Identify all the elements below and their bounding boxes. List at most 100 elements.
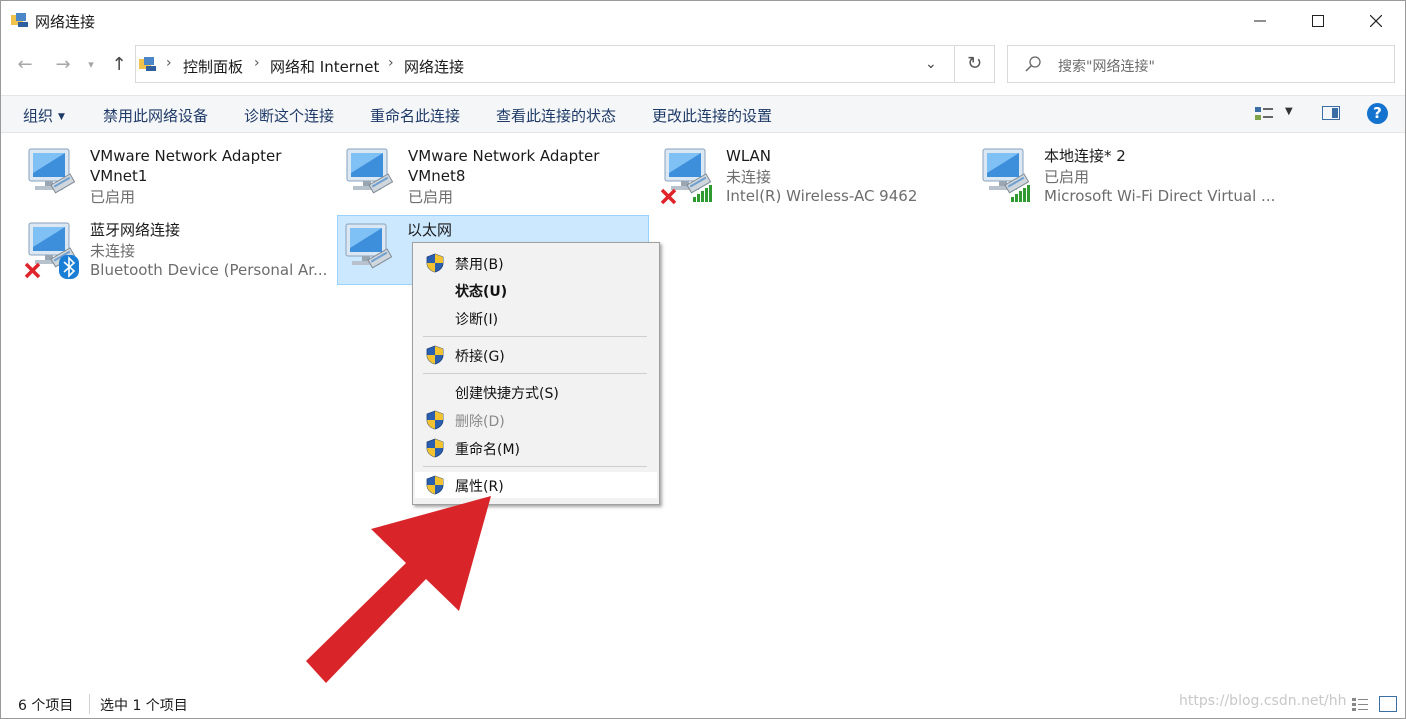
breadcrumb-separator-icon: › (254, 55, 260, 71)
uac-shield-icon (426, 410, 444, 430)
selected-count: 选中 1 个项目 (100, 698, 188, 714)
change-settings-button[interactable]: 更改此连接的设置 (652, 105, 772, 126)
window-title: 网络连接 (35, 13, 96, 31)
help-button[interactable]: ? (1367, 103, 1388, 124)
title-bar: 网络连接 (1, 1, 1405, 41)
up-arrow-icon[interactable]: ↑ (107, 53, 131, 77)
status-divider (89, 694, 90, 714)
search-input[interactable]: 搜索"网络连接" (1058, 56, 1155, 76)
network-adapter-icon (28, 148, 76, 194)
breadcrumb-separator-icon: › (388, 55, 394, 71)
menu-separator (423, 373, 647, 374)
connection-status: 未连接 (726, 168, 772, 186)
network-adapter-icon (25, 222, 79, 279)
organize-menu[interactable]: 组织 ▼ (23, 105, 65, 126)
connection-item[interactable]: WLAN 未连接 Intel(R) Wireless-AC 9462 (657, 141, 969, 209)
close-icon (1370, 15, 1382, 27)
connection-name: VMware Network Adapter VMnet1 (90, 146, 281, 186)
connection-name-line1: 本地连接* 2 (1044, 147, 1126, 165)
details-view-icon[interactable] (1351, 696, 1369, 712)
maximize-icon (1312, 15, 1324, 27)
recent-locations-chevron-icon[interactable]: ▾ (83, 53, 99, 77)
minimize-icon (1254, 20, 1266, 22)
connection-name-line1: VMware Network Adapter (90, 147, 282, 165)
context-menu-item: 删除(D) (415, 407, 657, 433)
connection-item[interactable]: VMware Network Adapter VMnet8 已启用 (339, 141, 651, 209)
disconnected-x-icon (661, 188, 677, 205)
connection-device: Microsoft Wi-Fi Direct Virtual ... (1044, 187, 1276, 205)
context-menu-label: 状态(U) (455, 284, 508, 300)
menu-separator (423, 466, 647, 467)
watermark-text: https://blog.csdn.net/hh (1179, 693, 1347, 709)
context-menu-label: 禁用(B) (455, 257, 504, 273)
disconnected-x-icon (25, 262, 41, 279)
item-count: 6 个项目 (18, 698, 74, 714)
address-bar[interactable]: › 控制面板 › 网络和 Internet › 网络连接 ⌄ (135, 45, 955, 83)
forward-arrow-icon[interactable]: → (51, 53, 75, 77)
close-button[interactable] (1347, 1, 1405, 41)
back-arrow-icon[interactable]: ← (13, 53, 37, 77)
context-menu-item[interactable]: 创建快捷方式(S) (415, 379, 657, 405)
network-adapter-icon (982, 148, 1030, 202)
organize-label: 组织 (23, 107, 54, 125)
connection-item[interactable]: 本地连接* 2 已启用 Microsoft Wi-Fi Direct Virtual… (975, 141, 1287, 209)
connection-name: 蓝牙网络连接 (90, 220, 180, 240)
context-menu-item[interactable]: 状态(U) (415, 277, 657, 303)
chevron-down-icon: ▼ (58, 112, 65, 122)
maximize-button[interactable] (1289, 1, 1347, 41)
uac-shield-icon (426, 438, 444, 458)
minimize-button[interactable] (1231, 1, 1289, 41)
context-menu-label: 删除(D) (455, 414, 505, 430)
network-folder-icon (139, 57, 156, 71)
connection-status: 已启用 (1044, 168, 1090, 186)
rename-connection-button[interactable]: 重命名此连接 (370, 105, 460, 126)
menu-separator (423, 336, 647, 337)
uac-shield-icon (426, 345, 444, 365)
view-status-button[interactable]: 查看此连接的状态 (496, 105, 616, 126)
connection-name: 本地连接* 2 (1044, 146, 1126, 166)
red-arrow-annotation (306, 496, 491, 683)
breadcrumb-network-internet[interactable]: 网络和 Internet (270, 56, 379, 77)
connection-name-line1: 蓝牙网络连接 (90, 221, 181, 239)
large-icons-view-icon[interactable] (1379, 696, 1397, 712)
breadcrumb-control-panel[interactable]: 控制面板 (183, 56, 243, 77)
network-connections-window: 网络连接 ← → ▾ ↑ › 控制面板 › 网络和 Internet › 网络连… (0, 0, 1406, 719)
command-bar: 组织 ▼ 禁用此网络设备 诊断这个连接 重命名此连接 查看此连接的状态 更改此连接… (1, 95, 1405, 133)
connection-name-line1: WLAN (726, 147, 772, 165)
network-adapter-icon (345, 223, 393, 269)
refresh-icon: ↻ (966, 53, 983, 74)
preview-pane-icon[interactable] (1322, 106, 1340, 120)
disable-device-button[interactable]: 禁用此网络设备 (103, 105, 208, 126)
network-adapter-icon (346, 148, 394, 194)
connection-name: 以太网 (407, 220, 452, 240)
breadcrumb-network-connections[interactable]: 网络连接 (404, 56, 464, 77)
search-box[interactable]: 搜索"网络连接" (1007, 45, 1395, 83)
context-menu-item[interactable]: 桥接(G) (415, 342, 657, 368)
connection-item[interactable]: VMware Network Adapter VMnet1 已启用 (21, 141, 333, 209)
bluetooth-icon (59, 255, 79, 279)
change-view-icon[interactable] (1254, 104, 1274, 124)
network-folder-icon (11, 13, 28, 27)
uac-shield-icon (426, 253, 444, 273)
connection-name-line1: VMware Network Adapter (408, 147, 600, 165)
context-menu-label: 创建快捷方式(S) (455, 386, 559, 402)
context-menu-label: 诊断(I) (455, 312, 499, 328)
connection-name-line2: VMnet8 (408, 167, 466, 185)
address-history-chevron-icon[interactable]: ⌄ (925, 56, 937, 72)
connection-device: Bluetooth Device (Personal Ar... (90, 261, 328, 279)
context-menu-item[interactable]: 禁用(B) (415, 250, 657, 276)
connection-status: 未连接 (90, 242, 136, 260)
network-adapter-icon (661, 148, 712, 205)
connection-device: Intel(R) Wireless-AC 9462 (726, 187, 918, 205)
refresh-button[interactable]: ↻ (955, 45, 995, 83)
diagnose-connection-button[interactable]: 诊断这个连接 (244, 105, 334, 126)
connection-name: VMware Network Adapter VMnet8 (408, 146, 599, 186)
context-menu: 禁用(B) 状态(U) 诊断(I) 桥接(G) 创建快捷方式(S) 删除(D) 重命名(M)… (412, 242, 660, 505)
context-menu-item[interactable]: 重命名(M) (415, 435, 657, 461)
view-options-chevron-icon[interactable]: ▼ (1285, 106, 1293, 117)
context-menu-item[interactable]: 诊断(I) (415, 305, 657, 331)
connection-name-line1: 以太网 (407, 221, 453, 239)
connection-name: WLAN (726, 146, 771, 166)
context-menu-label: 重命名(M) (455, 442, 521, 458)
connection-item[interactable]: 蓝牙网络连接 未连接 Bluetooth Device (Personal Ar..… (21, 215, 333, 283)
